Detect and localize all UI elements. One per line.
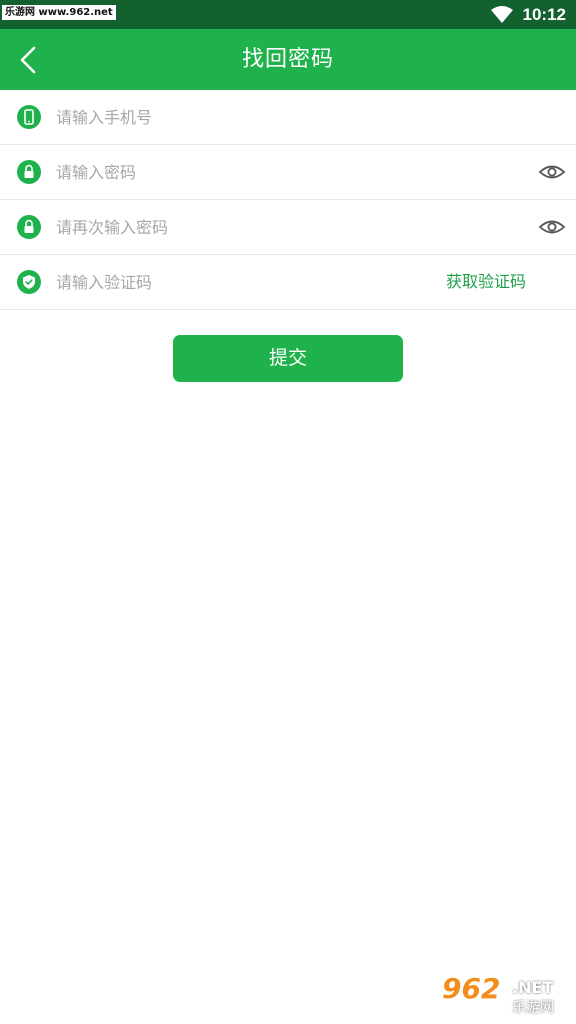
verification-code-input[interactable] [56, 267, 426, 297]
back-button[interactable] [12, 43, 46, 77]
page-title: 找回密码 [241, 47, 334, 72]
status-bar: 乐游网 www.962.net 10:12 [0, 0, 576, 29]
submit-button[interactable]: 提交 [173, 335, 403, 382]
confirm-password-input[interactable] [56, 212, 416, 242]
watermark-label: 乐游网 www.962.net [2, 5, 116, 20]
confirm-password-row [0, 200, 576, 255]
watermark-brand: 乐游网 [512, 1000, 554, 1016]
password-row [0, 145, 576, 200]
watermark-number: 962 [442, 972, 501, 1005]
wifi-icon [491, 6, 513, 23]
eye-icon[interactable] [538, 217, 566, 237]
app-bar: 找回密码 [0, 29, 576, 90]
watermark-logo: 962 .NET 乐游网 [436, 974, 570, 1018]
clock: 10:12 [522, 5, 566, 24]
watermark-domain: .NET [512, 978, 554, 997]
shield-check-icon [17, 270, 41, 294]
reset-password-form: 获取验证码 [0, 90, 576, 310]
get-code-button[interactable]: 获取验证码 [446, 255, 526, 309]
phone-icon [17, 105, 41, 129]
password-input[interactable] [56, 157, 416, 187]
code-row: 获取验证码 [0, 255, 576, 310]
phone-row [0, 90, 576, 145]
eye-icon[interactable] [538, 162, 566, 182]
phone-input[interactable] [56, 102, 416, 132]
lock-icon [17, 215, 41, 239]
lock-icon [17, 160, 41, 184]
